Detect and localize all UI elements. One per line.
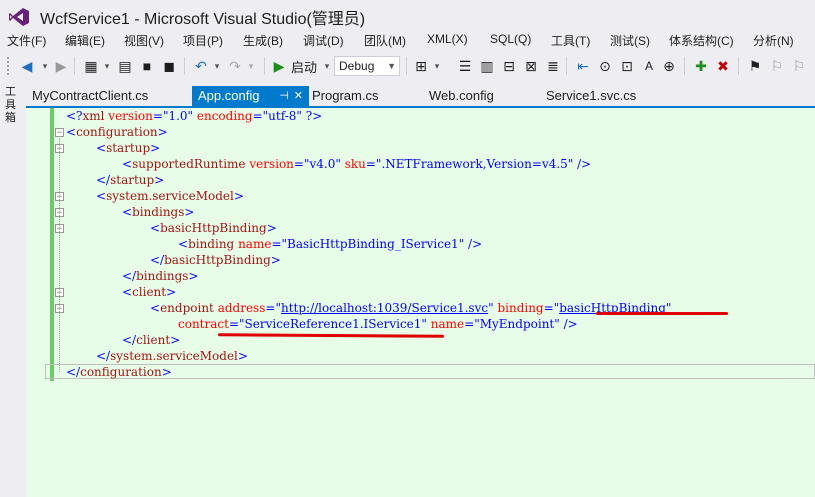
endpoint-address-link[interactable]: http://localhost:1039/Service1.svc [281, 301, 488, 315]
menu-bar: 文件(F) 编辑(E) 视图(V) 项目(P) 生成(B) 调试(D) 团队(M… [0, 30, 815, 50]
start-debug-icon[interactable]: ▶ [270, 56, 288, 76]
toolbox-label[interactable]: 工具箱 [5, 86, 19, 125]
code-line: </configuration> [66, 365, 172, 379]
tab-mycontractclient[interactable]: MyContractClient.cs [26, 86, 192, 106]
step-back-icon[interactable]: ⇤ [574, 56, 592, 76]
close-tab-icon[interactable]: ✕ [294, 86, 303, 106]
prev-bookmark-icon[interactable]: ⚐ [768, 56, 786, 76]
undo-dropdown-icon[interactable]: ▾ [208, 56, 226, 76]
navigate-forward-icon[interactable]: ▶ [52, 56, 70, 76]
menu-xml[interactable]: XML(X) [427, 32, 468, 46]
bookmark-icon[interactable]: ⚑ [746, 56, 764, 76]
code-line: </client> [122, 333, 181, 347]
tab-service1-svc[interactable]: Service1.svc.cs [540, 86, 670, 106]
navigate-back-icon[interactable]: ◀ [18, 56, 36, 76]
chevron-down-icon: ▼ [387, 61, 396, 71]
tab-label: App.config [198, 88, 260, 103]
pin-tab-icon[interactable]: ⊣ [279, 86, 289, 106]
change-tracking-margin [50, 108, 54, 381]
code-line: <bindings> [122, 205, 195, 219]
code-line: <system.serviceModel> [96, 189, 244, 203]
document-outline-icon[interactable]: ▥ [478, 56, 496, 76]
tab-label: Service1.svc.cs [546, 88, 637, 103]
code-line: </bindings> [122, 269, 199, 283]
remove-comment-icon[interactable]: ✖ [714, 56, 732, 76]
add-comment-icon[interactable]: ✚ [692, 56, 710, 76]
menu-build[interactable]: 生成(B) [243, 32, 283, 49]
toolbar-grip[interactable] [6, 56, 10, 76]
redo-dropdown-icon[interactable]: ▾ [242, 56, 260, 76]
toolbar-separator [566, 57, 567, 75]
find-dropdown-icon[interactable]: ▾ [428, 56, 446, 76]
collapse-configuration-icon[interactable]: − [55, 128, 64, 137]
tab-label: MyContractClient.cs [32, 88, 149, 103]
code-line: <client> [122, 285, 177, 299]
hierarchy-icon[interactable]: ⊟ [500, 56, 518, 76]
menu-debug[interactable]: 调试(D) [303, 32, 344, 49]
code-line: <endpoint address="http://localhost:1039… [150, 301, 672, 315]
next-bookmark-icon[interactable]: ⚐ [790, 56, 808, 76]
toolbar-separator [406, 57, 407, 75]
solution-configuration-select[interactable]: Debug ▼ [334, 56, 400, 76]
menu-project[interactable]: 项目(P) [183, 32, 223, 49]
property-icon[interactable]: ⊕ [660, 56, 678, 76]
menu-file[interactable]: 文件(F) [7, 32, 46, 49]
toolbar-separator [264, 57, 265, 75]
font-format-icon[interactable]: A [640, 56, 658, 76]
toolbar-separator [74, 57, 75, 75]
toolbar-separator [184, 57, 185, 75]
open-file-icon[interactable]: ▤ [116, 56, 134, 76]
code-line: </startup> [96, 173, 165, 187]
menu-analyze[interactable]: 分析(N) [753, 32, 794, 49]
document-tab-strip: MyContractClient.cs App.config ⊣ ✕ Progr… [26, 86, 815, 106]
menu-architecture[interactable]: 体系结构(C) [669, 32, 734, 49]
tab-app-config[interactable]: App.config ⊣ ✕ [192, 86, 309, 106]
menu-sql[interactable]: SQL(Q) [490, 32, 531, 46]
standard-toolbar: ◀ ▾ ▶ ▦ ▾ ▤ ■ ◼ ↶ ▾ ↷ ▾ ▶ 启动 ▾ Debug ▼ ⊞… [0, 52, 815, 80]
menu-test[interactable]: 测试(S) [610, 32, 650, 49]
new-dropdown-icon[interactable]: ▾ [98, 56, 116, 76]
annotation-underline-binding [596, 312, 728, 315]
code-line: <basicHttpBinding> [150, 221, 277, 235]
tab-label: Web.config [429, 88, 494, 103]
code-line: </system.serviceModel> [96, 349, 248, 363]
schema-icon[interactable]: ⊠ [522, 56, 540, 76]
window-title: WcfService1 - Microsoft Visual Studio(管理… [40, 11, 366, 28]
code-line: </basicHttpBinding> [150, 253, 281, 267]
menu-view[interactable]: 视图(V) [124, 32, 164, 49]
menu-team[interactable]: 团队(M) [364, 32, 406, 49]
view-icon[interactable]: ⊙ [596, 56, 614, 76]
title-bar: WcfService1 - Microsoft Visual Studio(管理… [0, 0, 815, 30]
insert-icon[interactable]: ⊡ [618, 56, 636, 76]
save-all-icon[interactable]: ◼ [160, 56, 178, 76]
code-editor[interactable]: − − − − − − − <?xml version="1.0" encodi… [26, 108, 815, 497]
fold-guide [59, 138, 61, 372]
toolbox-sidebar[interactable]: 工具箱 [0, 82, 24, 497]
tab-program[interactable]: Program.cs [306, 86, 424, 106]
code-line: <startup> [96, 141, 161, 155]
align-left-icon[interactable]: ☰ [456, 56, 474, 76]
menu-edit[interactable]: 编辑(E) [65, 32, 105, 49]
visual-studio-logo-icon [9, 8, 29, 26]
editor-gutter [26, 108, 44, 497]
contract-value: "ServiceReference1.IService1" [239, 317, 427, 331]
start-button-label[interactable]: 启动 [291, 56, 317, 76]
configuration-value: Debug [339, 59, 375, 73]
code-line: <supportedRuntime version="v4.0" sku=".N… [122, 157, 592, 171]
menu-tools[interactable]: 工具(T) [551, 32, 590, 49]
toolbar-separator [684, 57, 685, 75]
tab-web-config[interactable]: Web.config [423, 86, 540, 106]
annotation-underline-contract [217, 333, 445, 338]
save-icon[interactable]: ■ [138, 56, 156, 76]
toolbar-separator [738, 57, 739, 75]
format-list-icon[interactable]: ≣ [544, 56, 562, 76]
tab-label: Program.cs [312, 88, 379, 103]
code-line: <binding name="BasicHttpBinding_IService… [178, 237, 483, 251]
code-line: contract="ServiceReference1.IService1" n… [178, 317, 578, 331]
code-line: <configuration> [66, 125, 168, 139]
code-line: <?xml version="1.0" encoding="utf-8" ?> [66, 109, 323, 123]
